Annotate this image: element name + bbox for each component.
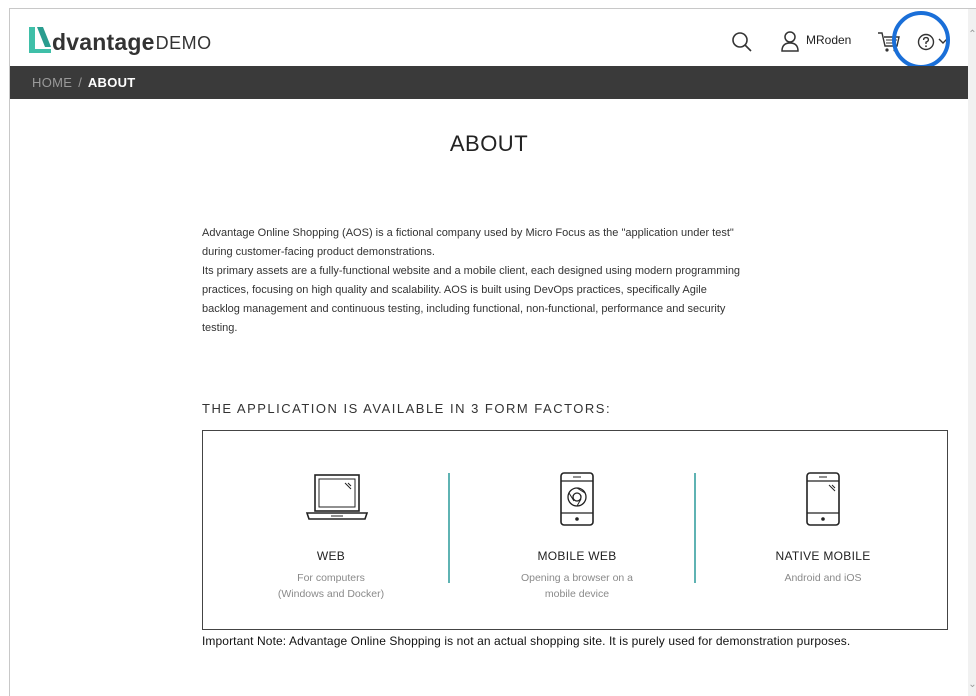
breadcrumb: HOME / ABOUT [10, 66, 968, 99]
form-factor-divider [448, 473, 450, 583]
form-factor-description-line: mobile device [544, 588, 610, 600]
form-factors-heading: THE APPLICATION IS AVAILABLE IN 3 FORM F… [202, 401, 612, 416]
form-factor-description: Android and iOS [743, 570, 903, 586]
intro-line: Advantage Online Shopping (AOS) is a fic… [202, 227, 734, 239]
laptop-icon [305, 474, 369, 520]
intro-line: Its primary assets are a fully-functiona… [202, 265, 741, 277]
form-factor-divider [694, 473, 696, 583]
form-factor-description-line: Opening a browser on a [520, 572, 634, 584]
form-factor-title: MOBILE WEB [537, 549, 617, 563]
logo-brand-text: dvantage [52, 29, 155, 55]
about-intro-text: Advantage Online Shopping (AOS) is a fic… [202, 224, 842, 338]
form-factor-mobile-web: MOBILE WEB Opening a browser on a mobile… [457, 431, 697, 631]
scroll-down-icon[interactable]: ⌄ [968, 679, 976, 693]
form-factor-native-mobile: NATIVE MOBILE Android and iOS [703, 431, 943, 631]
form-factor-description-line: (Windows and Docker) [277, 588, 385, 600]
top-navigation-bar: dvantage DEMO MRoden [10, 9, 968, 69]
site-logo[interactable]: dvantage DEMO [27, 21, 212, 55]
form-factor-title: WEB [316, 549, 346, 563]
important-note: Important Note: Advantage Online Shoppin… [202, 634, 851, 648]
intro-line: backlog management and continuous testin… [202, 303, 726, 315]
page-title: ABOUT [449, 131, 529, 156]
search-icon[interactable] [730, 30, 754, 54]
logo-demo-text: DEMO [155, 33, 212, 53]
form-factor-description-line: For computers [297, 572, 365, 584]
form-factor-description: For computers (Windows and Docker) [251, 570, 411, 602]
intro-line: testing. [202, 322, 238, 334]
form-factor-title: NATIVE MOBILE [775, 549, 871, 563]
form-factor-web: WEB For computers (Windows and Docker) [211, 431, 451, 631]
intro-line: during customer-facing product demonstra… [202, 246, 435, 258]
breadcrumb-current: ABOUT [87, 75, 136, 90]
intro-line: practices, focusing on high quality and … [202, 284, 707, 296]
mobile-phone-icon [806, 472, 840, 526]
scroll-up-icon[interactable]: ⌃ [968, 29, 976, 43]
highlight-ring [892, 11, 950, 69]
logo-mark-icon [29, 27, 51, 53]
form-factors-panel: WEB For computers (Windows and Docker) M… [202, 430, 948, 630]
mobile-browser-icon [560, 472, 594, 526]
user-name-link[interactable]: MRoden [806, 33, 851, 47]
vertical-scrollbar[interactable]: ⌃ ⌄ [968, 9, 976, 696]
form-factor-description-line: Android and iOS [784, 572, 862, 584]
breadcrumb-home-link[interactable]: HOME [32, 75, 72, 90]
user-icon[interactable] [778, 29, 802, 53]
breadcrumb-separator: / [78, 75, 82, 90]
browser-viewport: dvantage DEMO MRoden HOME / ABOUT ABOUT … [9, 8, 976, 696]
form-factor-description: Opening a browser on a mobile device [497, 570, 657, 602]
